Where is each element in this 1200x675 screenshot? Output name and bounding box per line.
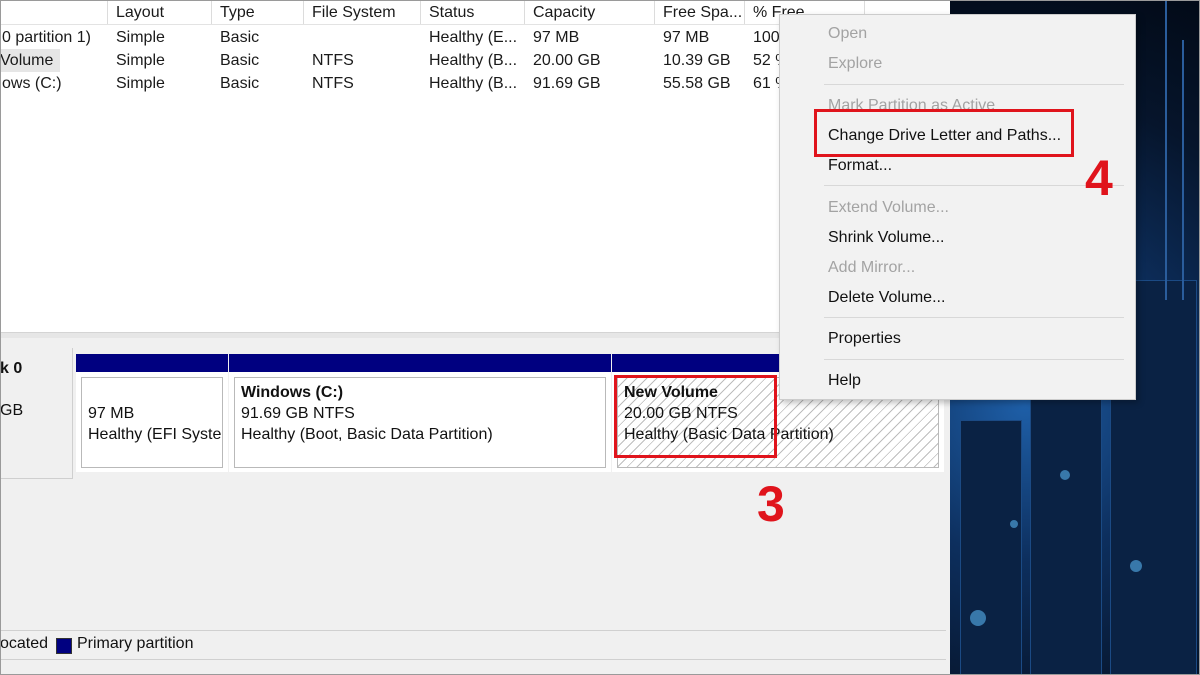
cell-file-system: NTFS xyxy=(312,52,354,69)
cell-capacity: 91.69 GB xyxy=(533,75,601,92)
menu-item-explore[interactable]: Explore xyxy=(828,55,882,73)
wallpaper-light xyxy=(970,610,986,626)
partition-size: 97 MB xyxy=(88,405,135,422)
cell-type: Basic xyxy=(220,52,260,69)
partition-size: 91.69 GB NTFS xyxy=(241,405,355,422)
wallpaper-light xyxy=(1060,470,1070,480)
cell-status: Healthy (B... xyxy=(429,52,518,69)
partition-efi[interactable]: 97 MB Healthy (EFI Syster xyxy=(76,354,228,472)
highlight-new-volume xyxy=(614,375,777,458)
menu-item-extend-volume[interactable]: Extend Volume... xyxy=(828,199,949,217)
cell-status: Healthy (B... xyxy=(429,75,518,92)
partition-title xyxy=(88,382,216,403)
wallpaper-tower xyxy=(1182,40,1184,300)
cell-volume: ows (C:) xyxy=(2,75,62,92)
cell-free-space: 97 MB xyxy=(663,29,710,46)
column-header-capacity[interactable]: Capacity xyxy=(525,0,655,24)
menu-separator xyxy=(824,359,1124,360)
partition-windows-c[interactable]: Windows (C:) 91.69 GB NTFS Healthy (Boot… xyxy=(229,354,611,472)
disk-size: GB xyxy=(0,402,24,419)
cell-volume: Volume xyxy=(0,49,60,72)
column-header-status[interactable]: Status xyxy=(421,0,525,24)
menu-separator xyxy=(824,185,1124,186)
wallpaper-building xyxy=(1030,360,1102,675)
disk-label[interactable]: k 0 GB xyxy=(0,348,73,479)
menu-item-format[interactable]: Format... xyxy=(828,157,892,175)
legend-primary-swatch xyxy=(56,638,72,654)
partition-status: Healthy (EFI Syster xyxy=(88,426,223,443)
cell-free-space: 55.58 GB xyxy=(663,75,731,92)
wallpaper-light xyxy=(1130,560,1142,572)
cell-layout: Simple xyxy=(116,75,165,92)
step-number-3: 3 xyxy=(757,476,785,532)
legend-bar: ocated Primary partition xyxy=(0,630,946,660)
cell-file-system xyxy=(304,26,421,49)
wallpaper-light xyxy=(1010,520,1018,528)
cell-capacity: 97 MB xyxy=(533,29,580,46)
partition-body: 97 MB Healthy (EFI Syster xyxy=(81,377,223,468)
legend-primary-label: Primary partition xyxy=(77,635,194,652)
cell-layout: Simple xyxy=(116,29,165,46)
context-menu: Open Explore Mark Partition as Active Ch… xyxy=(779,14,1136,400)
disk-name: k 0 xyxy=(0,360,23,377)
cell-free-space: 10.39 GB xyxy=(663,52,731,69)
wallpaper-tower xyxy=(1165,0,1167,300)
column-header-type[interactable]: Type xyxy=(212,0,304,24)
menu-separator xyxy=(824,84,1124,85)
cell-capacity: 20.00 GB xyxy=(533,52,601,69)
menu-separator xyxy=(824,317,1124,318)
cell-type: Basic xyxy=(220,75,260,92)
partition-body: Windows (C:) 91.69 GB NTFS Healthy (Boot… xyxy=(234,377,606,468)
column-header-free-space[interactable]: Free Spa... xyxy=(655,0,745,24)
menu-item-open[interactable]: Open xyxy=(828,25,867,43)
cell-volume: 0 partition 1) xyxy=(2,29,91,46)
menu-item-help[interactable]: Help xyxy=(828,372,861,390)
menu-item-delete-volume[interactable]: Delete Volume... xyxy=(828,289,945,307)
cell-status: Healthy (E... xyxy=(429,29,518,46)
cell-layout: Simple xyxy=(116,52,165,69)
column-header-file-system[interactable]: File System xyxy=(304,0,421,24)
partition-title: Windows (C:) xyxy=(241,384,344,401)
column-header-layout[interactable]: Layout xyxy=(108,0,212,24)
wallpaper-building xyxy=(960,420,1022,675)
partition-bar xyxy=(76,354,228,372)
menu-item-properties[interactable]: Properties xyxy=(828,330,901,348)
column-header-volume[interactable] xyxy=(0,0,108,24)
partition-status: Healthy (Boot, Basic Data Partition) xyxy=(241,426,493,443)
menu-item-shrink-volume[interactable]: Shrink Volume... xyxy=(828,229,945,247)
partition-bar xyxy=(229,354,611,372)
highlight-change-drive-letter xyxy=(814,109,1074,157)
cell-type: Basic xyxy=(220,29,260,46)
legend-unallocated-label: ocated xyxy=(0,635,49,652)
menu-item-add-mirror[interactable]: Add Mirror... xyxy=(828,259,915,277)
step-number-4: 4 xyxy=(1085,150,1113,206)
cell-file-system: NTFS xyxy=(312,75,354,92)
